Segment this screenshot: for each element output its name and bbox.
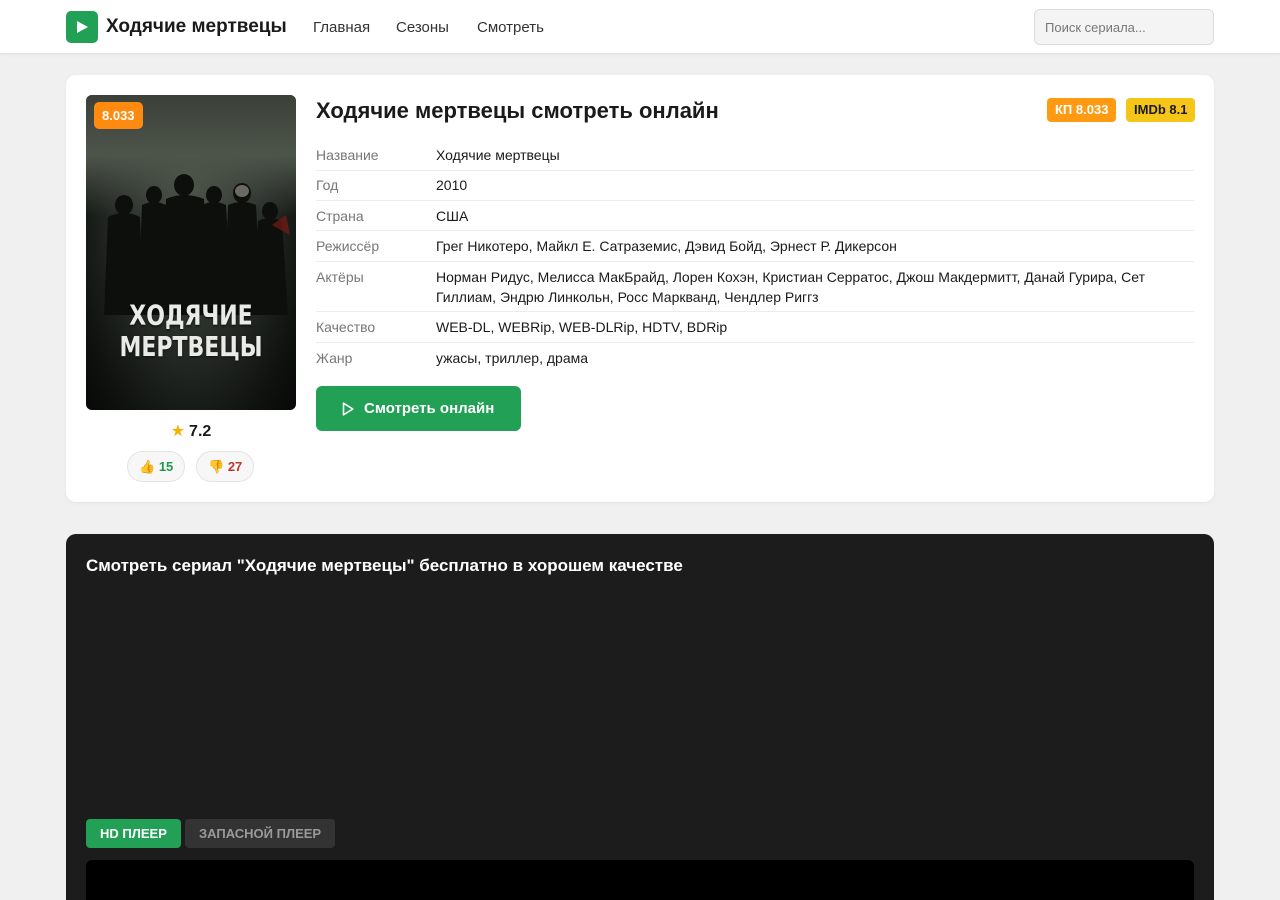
- player-title: Смотреть сериал "Ходячие мертвецы" беспл…: [86, 556, 683, 575]
- logo-text[interactable]: Ходячие мертвецы: [106, 14, 287, 40]
- info-label: Название: [316, 147, 379, 163]
- info-value: WEB-DL, WEBRip, WEB-DLRip, HDTV, BDRip: [436, 319, 728, 335]
- info-label: Актёры: [316, 269, 364, 285]
- nav-home[interactable]: Главная: [313, 18, 370, 38]
- info-label: Страна: [316, 208, 364, 224]
- info-row-year: Год 2010: [316, 175, 1194, 201]
- info-row-quality: Качество WEB-DL, WEBRip, WEB-DLRip, HDTV…: [316, 317, 1194, 343]
- info-value: Грег Никотеро, Майкл Е. Сатраземис, Дэви…: [436, 238, 897, 254]
- poster-rating-badge: 8.033: [94, 102, 143, 129]
- info-row-country: Страна США: [316, 206, 1194, 231]
- info-row-director: Режиссёр Грег Никотеро, Майкл Е. Сатразе…: [316, 236, 1194, 262]
- like-button[interactable]: 👍 15: [127, 451, 186, 482]
- info-row-actors: Актёры Норман Ридус, Мелисса МакБрайд, Л…: [316, 267, 1194, 312]
- kp-rating-badge: КП 8.033: [1047, 98, 1117, 122]
- info-label: Жанр: [316, 350, 353, 366]
- info-row-name: Название Ходячие мертвецы: [316, 145, 1194, 171]
- user-rating-value: 7.2: [189, 423, 212, 440]
- info-label: Год: [316, 177, 339, 193]
- imdb-rating-badge: IMDb 8.1: [1126, 98, 1196, 122]
- video-player[interactable]: [86, 860, 1194, 900]
- user-rating: ★ 7.2: [86, 422, 296, 442]
- dislike-button[interactable]: 👎 27: [196, 451, 255, 482]
- info-value: Ходячие мертвецы: [436, 147, 560, 163]
- like-count: 15: [158, 459, 174, 474]
- play-icon: [342, 402, 354, 416]
- site-header: Ходячие мертвецы Главная Сезоны Смотреть: [0, 0, 1280, 54]
- nav-watch[interactable]: Смотреть: [477, 18, 544, 38]
- info-label: Режиссёр: [316, 238, 380, 254]
- tab-backup-player[interactable]: ЗАПАСНОЙ ПЛЕЕР: [185, 819, 336, 848]
- player-section: Смотреть сериал "Ходячие мертвецы" беспл…: [66, 534, 1214, 900]
- info-value: 2010: [436, 177, 468, 193]
- info-value: США: [436, 208, 469, 224]
- nav-seasons[interactable]: Сезоны: [396, 18, 449, 38]
- info-value: Норман Ридус, Мелисса МакБрайд, Лорен Ко…: [436, 269, 1146, 305]
- watch-online-button[interactable]: Смотреть онлайн: [316, 386, 521, 431]
- poster-image[interactable]: ХОДЯЧИЕ МЕРТВЕЦЫ 8.033: [86, 95, 296, 410]
- search-input[interactable]: [1034, 9, 1214, 45]
- info-value: ужасы, триллер, драма: [436, 350, 589, 366]
- info-label: Качество: [316, 319, 376, 335]
- star-icon: ★: [170, 423, 186, 440]
- thumbs-up-icon: 👍: [139, 459, 156, 474]
- logo-icon[interactable]: [66, 11, 98, 43]
- poster-figures: [104, 174, 290, 315]
- poster-title: ХОДЯЧИЕ МЕРТВЕЦЫ: [119, 300, 263, 364]
- dislike-count: 27: [227, 459, 243, 474]
- series-info-card: ХОДЯЧИЕ МЕРТВЕЦЫ 8.033 ★ 7.2 👍 15 👎 27 Хо…: [66, 75, 1214, 502]
- page-title: Ходячие мертвецы смотреть онлайн: [316, 98, 719, 123]
- thumbs-down-icon: 👎: [208, 459, 225, 474]
- watch-online-label: Смотреть онлайн: [364, 400, 495, 417]
- info-row-genre: Жанр ужасы, триллер, драма: [316, 348, 1194, 374]
- tab-hd-player[interactable]: HD ПЛЕЕР: [86, 819, 181, 848]
